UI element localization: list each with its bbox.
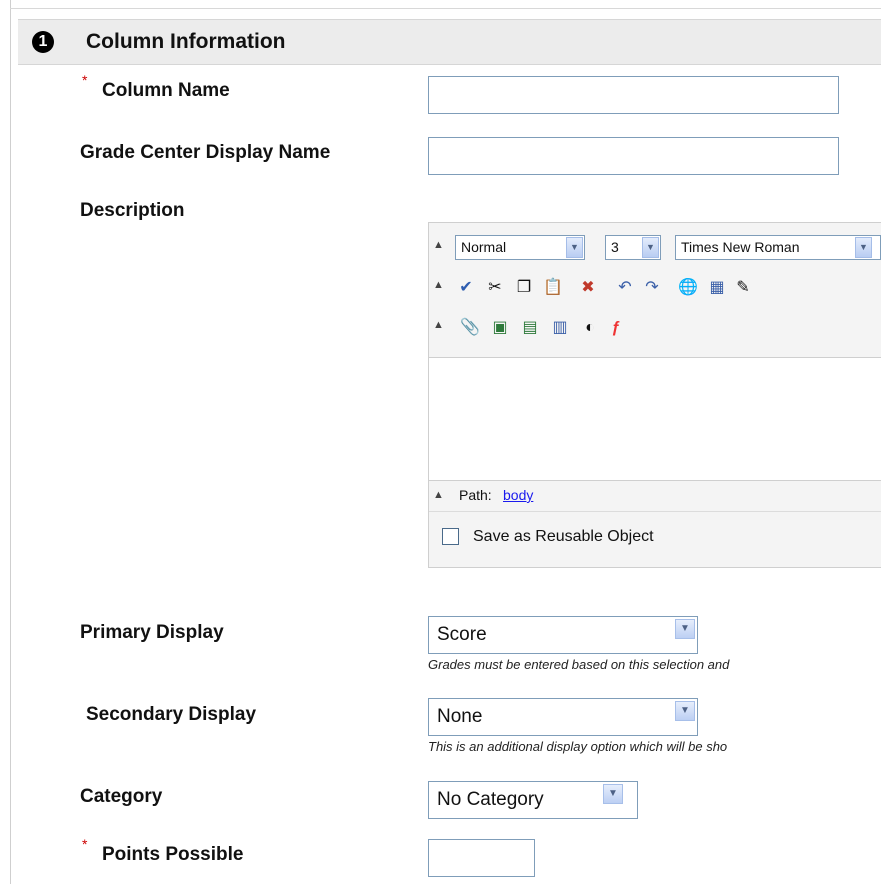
page-left-border <box>10 0 11 884</box>
primary-display-hint: Grades must be entered based on this sel… <box>428 657 730 672</box>
divider <box>429 511 881 512</box>
attach-file-icon[interactable]: 📎 <box>459 317 481 339</box>
display-name-input[interactable] <box>428 137 839 175</box>
paste-icon[interactable]: 📋 <box>542 277 564 299</box>
copy-icon[interactable]: ❐ <box>513 277 535 299</box>
table-icon[interactable]: ▦ <box>706 277 728 299</box>
category-value: No Category <box>437 789 544 810</box>
toolbar-collapse-icon[interactable]: ▲ <box>433 319 444 331</box>
reusable-object-checkbox[interactable] <box>442 528 459 545</box>
chevron-down-icon: ▼ <box>675 619 695 639</box>
secondary-display-select[interactable]: None ▼ <box>428 698 698 736</box>
chevron-down-icon: ▼ <box>603 784 623 804</box>
path-label: Path: <box>459 487 492 503</box>
display-name-label: Grade Center Display Name <box>80 142 331 163</box>
chevron-down-icon: ▼ <box>566 237 583 258</box>
primary-display-value: Score <box>437 624 487 645</box>
remove-format-icon[interactable]: ✖ <box>577 277 599 299</box>
chevron-down-icon: ▼ <box>855 237 872 258</box>
points-possible-label: * Points Possible <box>80 836 244 866</box>
media-icon[interactable]: ▤ <box>519 317 541 339</box>
cut-icon[interactable]: ✂ <box>484 277 506 299</box>
font-family-select[interactable]: Times New Roman ▼ <box>675 235 881 260</box>
column-name-input[interactable] <box>428 76 839 114</box>
editor-content-area[interactable] <box>429 357 881 481</box>
description-label: Description <box>80 200 185 221</box>
points-possible-text: Points Possible <box>102 844 244 865</box>
audio-icon[interactable]: ◐ <box>579 317 601 339</box>
column-name-label: * Column Name <box>80 72 230 102</box>
chevron-down-icon: ▼ <box>675 701 695 721</box>
image-icon[interactable]: ▣ <box>489 317 511 339</box>
editor-path-bar: ▲ Path: body <box>429 481 881 509</box>
points-possible-input[interactable] <box>428 839 535 877</box>
step-number-badge: 1 <box>32 31 54 53</box>
font-size-select[interactable]: 3 ▼ <box>605 235 661 260</box>
redo-icon[interactable]: ↷ <box>641 277 663 299</box>
editor-toolbar-row-3: ▲ 📎 ▣ ▤ ▥ ◐ ƒ <box>429 313 881 343</box>
reusable-object-label: Save as Reusable Object <box>473 528 654 545</box>
editor-toolbar-row-1: ▲ Normal ▼ 3 ▼ Times New Roman ▼ <box>429 233 881 263</box>
chevron-down-icon: ▼ <box>642 237 659 258</box>
toolbar-collapse-icon[interactable]: ▲ <box>433 239 444 251</box>
path-collapse-icon[interactable]: ▲ <box>433 489 444 501</box>
path-body-link[interactable]: body <box>503 487 533 503</box>
undo-icon[interactable]: ↶ <box>614 277 636 299</box>
required-marker: * <box>82 72 88 88</box>
format-value: Normal <box>461 239 507 255</box>
required-marker: * <box>82 836 88 852</box>
toolbar-collapse-icon[interactable]: ▲ <box>433 279 444 291</box>
spellcheck-icon[interactable]: ✔ <box>455 277 477 299</box>
category-select[interactable]: No Category ▼ <box>428 781 638 819</box>
font-family-value: Times New Roman <box>681 239 800 255</box>
editor-toolbar-row-2: ▲ ✔ ✂ ❐ 📋 ✖ ↶ ↷ 🌐 ▦ ✎ <box>429 273 881 303</box>
link-icon[interactable]: 🌐 <box>677 277 699 299</box>
section-title: Column Information <box>86 30 286 53</box>
secondary-display-hint: This is an additional display option whi… <box>428 739 728 754</box>
column-name-text: Column Name <box>102 80 230 101</box>
flash-icon[interactable]: ƒ <box>605 317 627 339</box>
secondary-display-label: Secondary Display <box>86 704 257 725</box>
pen-icon[interactable]: ✎ <box>732 277 754 299</box>
font-size-value: 3 <box>611 239 619 255</box>
primary-display-select[interactable]: Score ▼ <box>428 616 698 654</box>
primary-display-label: Primary Display <box>80 622 224 643</box>
page-icon[interactable]: ▥ <box>549 317 571 339</box>
category-label: Category <box>80 786 163 807</box>
section-header: 1 Column Information <box>18 19 881 65</box>
format-select[interactable]: Normal ▼ <box>455 235 585 260</box>
description-editor: ▲ Normal ▼ 3 ▼ Times New Roman ▼ ▲ ✔ ✂ ❐… <box>428 222 881 568</box>
page-top-border <box>10 8 881 9</box>
secondary-display-value: None <box>437 706 483 727</box>
